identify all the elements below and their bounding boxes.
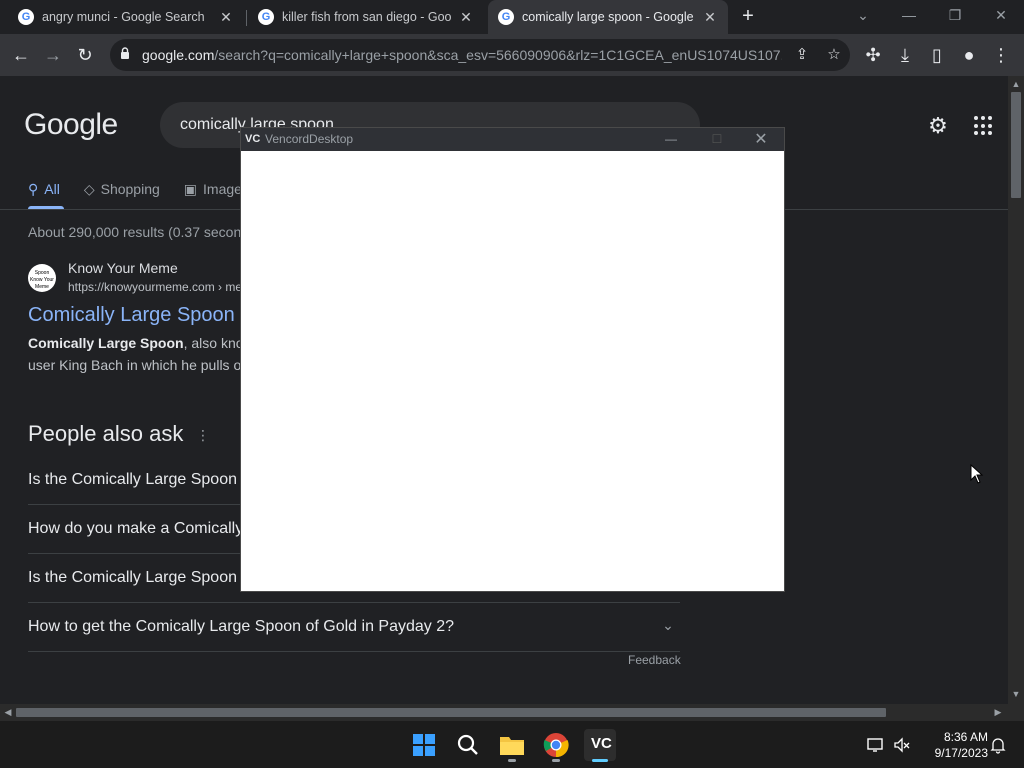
close-icon[interactable]: ✕ <box>218 9 234 26</box>
browser-tab-2[interactable]: G killer fish from san diego - Google Se… <box>248 0 484 34</box>
tab-title: comically large spoon - Google Search <box>522 10 696 24</box>
download-icon[interactable]: ⤓ <box>892 42 918 68</box>
google-favicon-icon: G <box>498 9 514 25</box>
windows-taskbar: VC 8:36 AM 9/17/2023 <box>0 720 1024 768</box>
result-title-link[interactable]: Comically Large Spoon <box>28 304 235 327</box>
result-site-url[interactable]: https://knowyourmeme.com › memes <box>68 280 265 294</box>
back-arrow-icon[interactable]: ← <box>8 42 34 68</box>
result-stats: About 290,000 results (0.37 seconds) <box>28 224 261 240</box>
window-title: VencordDesktop <box>265 132 354 146</box>
lock-icon <box>121 47 129 59</box>
close-icon[interactable]: ✕ <box>458 9 474 26</box>
google-favicon-icon: G <box>18 9 34 25</box>
search-type-tabs: ⚲ All ◇ Shopping ▣ Images <box>28 178 249 200</box>
result-site-favicon: Spoon Know Your Meme <box>28 264 56 292</box>
window-content-blank[interactable] <box>241 151 784 591</box>
share-icon[interactable]: ⇪ <box>792 45 812 65</box>
google-favicon-icon: G <box>258 9 274 25</box>
system-clock[interactable]: 8:36 AM 9/17/2023 <box>918 729 988 761</box>
chevron-down-icon: ⌄ <box>662 617 674 633</box>
window-close-icon[interactable]: ✕ <box>738 128 784 151</box>
scrollbar-corner <box>1008 704 1024 720</box>
vertical-scroll-thumb[interactable] <box>1011 92 1021 198</box>
close-icon[interactable]: ✕ <box>702 9 718 26</box>
kebab-menu-icon[interactable]: ⋮ <box>988 42 1014 68</box>
chrome-browser-icon[interactable] <box>540 729 572 762</box>
forward-arrow-icon[interactable]: → <box>40 42 66 68</box>
maximize-icon[interactable]: ☐ <box>694 128 740 151</box>
browser-tab-strip: G angry munci - Google Search ✕ G killer… <box>0 0 1024 34</box>
tag-icon: ◇ <box>83 180 95 197</box>
extensions-puzzle-icon[interactable]: ✣ <box>860 42 886 68</box>
feedback-link[interactable]: Feedback <box>628 653 681 667</box>
file-explorer-folder-icon[interactable] <box>496 729 528 762</box>
vencord-desktop-window[interactable]: VC VencordDesktop — ☐ ✕ <box>240 127 785 592</box>
tab-title: killer fish from san diego - Google Sear… <box>282 10 452 24</box>
side-panel-icon[interactable]: ▯ <box>924 42 950 68</box>
paa-question[interactable]: How to get the Comically Large Spoon of … <box>28 603 680 652</box>
people-also-ask-heading: People also ask <box>28 421 184 446</box>
tab-all[interactable]: ⚲ All <box>28 178 60 200</box>
google-logo[interactable]: Google <box>24 108 118 142</box>
tab-separator <box>246 10 247 26</box>
tab-shopping[interactable]: ◇ Shopping <box>84 178 160 200</box>
tab-title: angry munci - Google Search <box>42 10 205 24</box>
minimize-icon[interactable]: — <box>886 0 932 30</box>
window-controls: ⌄ — ❐ ✕ <box>840 0 1024 34</box>
google-apps-grid-icon[interactable] <box>974 116 994 136</box>
volume-muted-icon[interactable] <box>892 735 912 755</box>
browser-tab-3-active[interactable]: G comically large spoon - Google Search … <box>488 0 728 34</box>
window-close-icon[interactable]: ✕ <box>978 0 1024 30</box>
running-indicator <box>508 759 516 762</box>
new-tab-button[interactable]: + <box>737 5 759 27</box>
vencord-taskbar-icon[interactable]: VC <box>584 729 616 762</box>
bookmark-star-icon[interactable]: ☆ <box>824 45 844 65</box>
tab-search-chevron-icon[interactable]: ⌄ <box>840 0 886 30</box>
scroll-down-arrow-icon[interactable]: ▼ <box>1008 686 1024 702</box>
result-site-name[interactable]: Know Your Meme <box>68 260 178 276</box>
running-indicator <box>552 759 560 762</box>
horizontal-scroll-thumb[interactable] <box>16 708 886 717</box>
windows-start-icon[interactable] <box>408 729 440 761</box>
minimize-icon[interactable]: — <box>648 128 694 151</box>
address-bar[interactable]: google.com/search?q=comically+large+spoo… <box>110 39 850 71</box>
active-app-indicator <box>592 759 608 762</box>
screen: { "browser": { "tabs": [ {"title": "angr… <box>0 0 1024 768</box>
vencord-app-icon: VC <box>245 133 261 145</box>
window-titlebar[interactable]: VC VencordDesktop — ☐ ✕ <box>241 128 784 151</box>
scroll-left-arrow-icon[interactable]: ◀ <box>0 704 16 720</box>
profile-avatar-icon[interactable]: ● <box>956 42 982 68</box>
browser-toolbar: ← → ↻ google.com/search?q=comically+larg… <box>0 34 1024 76</box>
search-icon: ⚲ <box>28 180 39 197</box>
url-text: google.com/search?q=comically+large+spoo… <box>142 47 782 63</box>
vertical-scrollbar[interactable]: ▲ ▼ <box>1008 76 1024 704</box>
scroll-up-arrow-icon[interactable]: ▲ <box>1008 76 1024 92</box>
taskbar-search-icon[interactable] <box>452 729 484 761</box>
image-icon: ▣ <box>183 180 198 197</box>
more-options-icon[interactable]: ⋮ <box>196 426 210 444</box>
settings-gear-icon[interactable]: ⚙ <box>926 114 950 138</box>
restore-icon[interactable]: ❐ <box>932 0 978 30</box>
scroll-right-arrow-icon[interactable]: ▶ <box>990 704 1006 720</box>
horizontal-scrollbar[interactable]: ◀ ▶ <box>0 704 1008 720</box>
network-icon[interactable] <box>866 735 886 755</box>
notification-bell-icon[interactable] <box>988 735 1008 755</box>
browser-tab-1[interactable]: G angry munci - Google Search ✕ <box>8 0 244 34</box>
reload-icon[interactable]: ↻ <box>72 42 98 68</box>
mouse-pointer-icon <box>970 464 984 484</box>
